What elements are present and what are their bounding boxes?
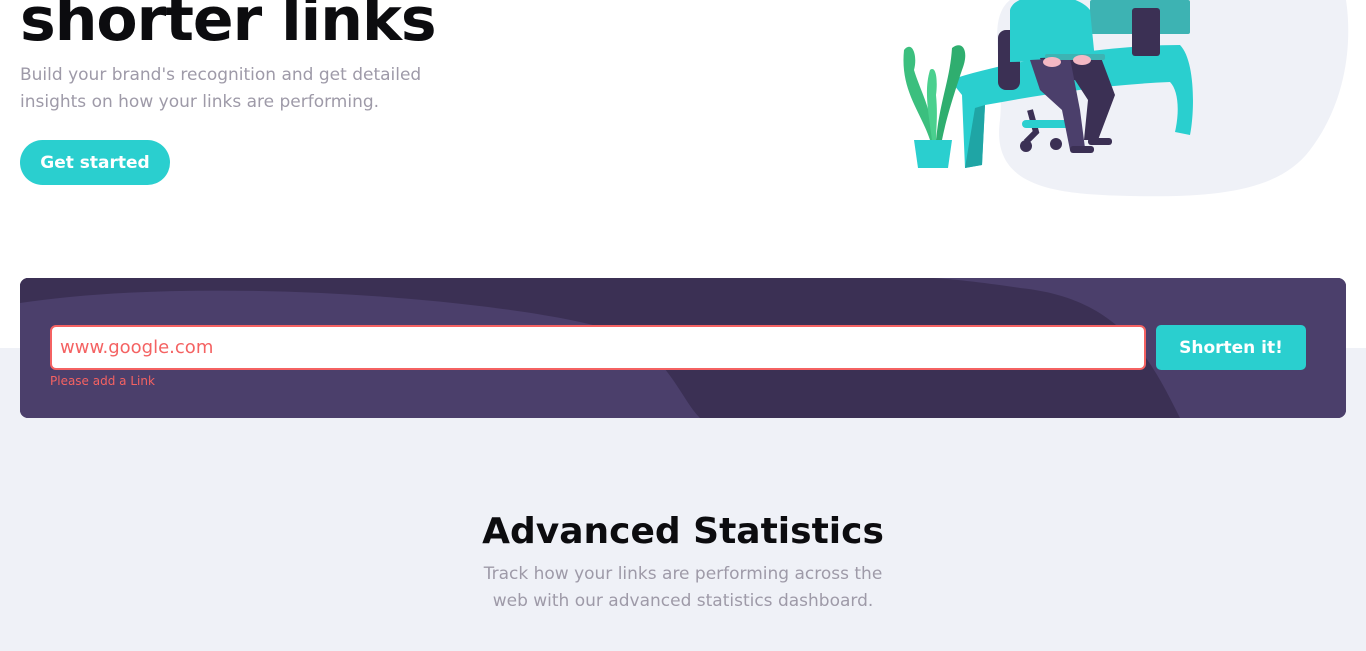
url-input[interactable] [50,325,1146,370]
hero-title: shorter links [20,0,437,55]
statistics-subtitle: Track how your links are performing acro… [483,564,883,611]
hero-subtitle: Build your brand's recognition and get d… [20,65,422,112]
shorten-panel: Please add a Link Shorten it! [20,278,1346,418]
person-working-illustration [903,0,1349,197]
shorten-button[interactable]: Shorten it! [1156,325,1306,370]
statistics-title: Advanced Statistics [482,511,884,552]
get-started-button[interactable]: Get started [20,140,170,185]
url-error-message: Please add a Link [50,374,155,388]
